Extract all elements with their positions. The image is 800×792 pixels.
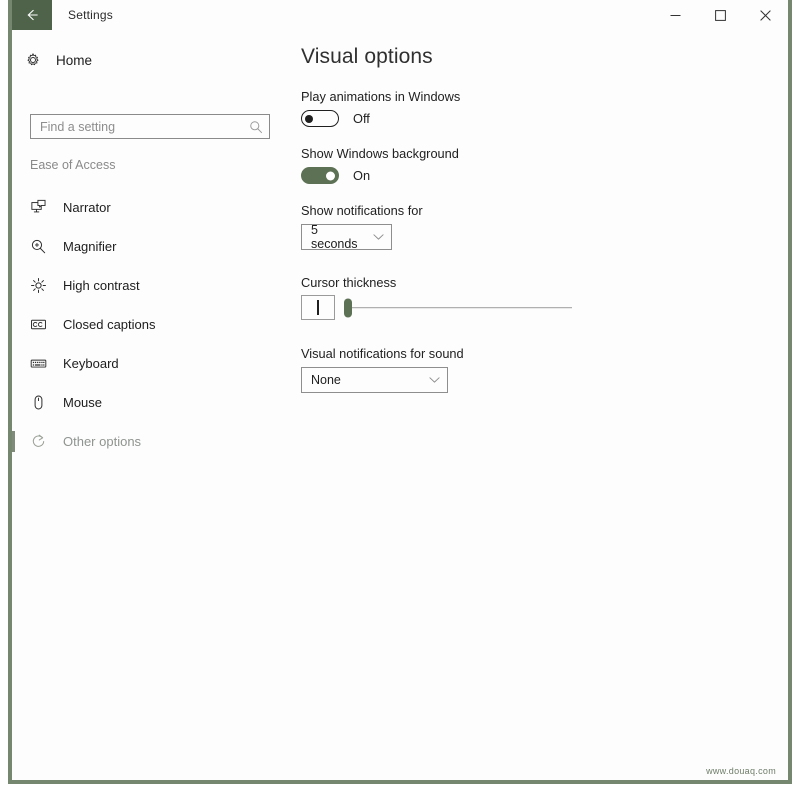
- show-background-state: On: [353, 168, 371, 183]
- show-background-label: Show Windows background: [301, 146, 459, 161]
- magnifier-icon: [30, 238, 54, 255]
- maximize-button[interactable]: [698, 0, 743, 30]
- sidebar: Home Ease of Access: [12, 30, 284, 780]
- search-input[interactable]: [31, 115, 243, 138]
- watermark: www.douaq.com: [706, 766, 776, 776]
- play-animations-row: Off: [301, 110, 370, 127]
- sidebar-item-label: Magnifier: [63, 239, 117, 254]
- play-animations-toggle[interactable]: [301, 110, 339, 127]
- brightness-icon: [30, 277, 54, 294]
- maximize-icon: [715, 9, 726, 21]
- window-inner: Settings Home Find a setting Ease of Acc…: [12, 0, 788, 780]
- window-frame: Settings Home Find a setting Ease of Acc…: [8, 0, 792, 784]
- sidebar-item-label: High contrast: [63, 278, 140, 293]
- sidebar-item-keyboard[interactable]: Keyboard: [12, 344, 284, 383]
- slider-track: [350, 306, 572, 309]
- window-title: Settings: [68, 8, 113, 22]
- toggle-knob: [305, 114, 313, 123]
- sidebar-item-closed-captions[interactable]: Closed captions: [12, 305, 284, 344]
- close-icon: [760, 9, 771, 21]
- sidebar-section-label: Ease of Access: [30, 158, 116, 172]
- play-animations-label: Play animations in Windows: [301, 89, 461, 104]
- titlebar: Settings: [12, 0, 788, 30]
- sidebar-item-home[interactable]: Home: [22, 45, 102, 75]
- sidebar-home-label: Home: [56, 52, 93, 68]
- back-arrow-icon: [27, 9, 38, 21]
- visual-notifications-sound-dropdown[interactable]: None: [301, 367, 448, 393]
- show-notifications-dropdown[interactable]: 5 seconds: [301, 223, 392, 251]
- gear-icon: [22, 52, 44, 68]
- sidebar-item-label: Closed captions: [63, 317, 156, 332]
- cursor-thickness-label: Cursor thickness: [301, 275, 397, 290]
- dropdown-value: 5 seconds: [311, 223, 358, 251]
- narrator-icon: [30, 199, 54, 216]
- closed-captions-icon: [30, 316, 54, 333]
- play-animations-state: Off: [353, 111, 370, 126]
- sidebar-nav: Narrator Magnifier High contrast Closed …: [12, 188, 284, 461]
- sidebar-item-high-contrast[interactable]: High contrast: [12, 266, 284, 305]
- keyboard-icon: [30, 355, 54, 372]
- settings-app-window: Settings Home Find a setting Ease of Acc…: [0, 0, 800, 792]
- chevron-down-icon: [373, 233, 384, 241]
- show-background-toggle[interactable]: [301, 167, 339, 184]
- close-button[interactable]: [743, 0, 788, 30]
- sidebar-item-mouse[interactable]: Mouse: [12, 383, 284, 422]
- dropdown-value: None: [311, 373, 341, 387]
- sidebar-item-other-options[interactable]: Other options: [12, 422, 284, 461]
- cursor-thickness-preview: [301, 295, 335, 320]
- toggle-knob: [326, 171, 335, 180]
- sidebar-item-narrator[interactable]: Narrator: [12, 188, 284, 227]
- sidebar-item-magnifier[interactable]: Magnifier: [12, 227, 284, 266]
- sidebar-item-label: Narrator: [63, 200, 111, 215]
- cursor-bar-icon: [317, 300, 319, 315]
- cursor-thickness-slider[interactable]: [344, 295, 572, 320]
- show-background-row: On: [301, 167, 370, 184]
- slider-thumb[interactable]: [344, 298, 352, 317]
- back-button[interactable]: [12, 0, 52, 30]
- other-options-icon: [30, 433, 54, 450]
- mouse-icon: [30, 394, 54, 411]
- window-controls: [653, 0, 788, 30]
- sidebar-item-label: Other options: [63, 434, 142, 449]
- search-box[interactable]: [30, 114, 270, 139]
- sidebar-item-label: Mouse: [63, 395, 103, 410]
- chevron-down-icon: [429, 376, 440, 384]
- visual-notifications-sound-label: Visual notifications for sound: [301, 346, 464, 361]
- show-notifications-label: Show notifications for: [301, 203, 423, 218]
- page-title: Visual options: [301, 45, 433, 68]
- main-content: Visual options Play animations in Window…: [284, 30, 788, 780]
- minimize-button[interactable]: [653, 0, 698, 30]
- minimize-icon: [670, 14, 681, 16]
- search-icon: [243, 120, 269, 134]
- sidebar-item-label: Keyboard: [63, 356, 119, 371]
